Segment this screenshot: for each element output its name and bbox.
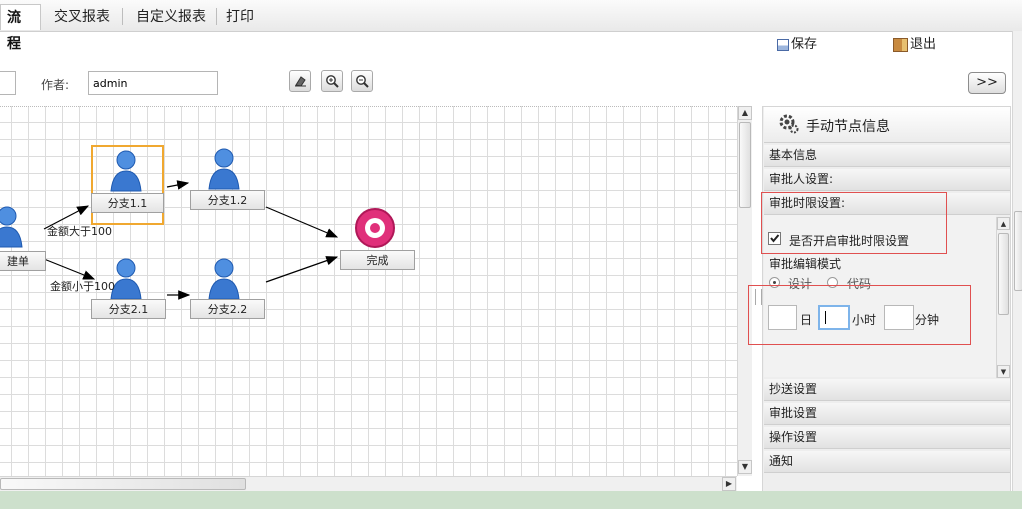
exit-label: 退出 xyxy=(910,37,937,52)
exit-icon xyxy=(893,38,908,52)
tab-divider xyxy=(122,8,123,25)
user-icon xyxy=(0,206,23,248)
tab-divider xyxy=(216,8,217,25)
save-icon xyxy=(777,39,789,51)
node-branch-1-2[interactable]: 分支1.2 xyxy=(190,190,265,210)
scroll-up-arrow[interactable]: ▲ xyxy=(997,217,1010,230)
zoom-out-icon xyxy=(356,75,369,88)
node-branch-1-1[interactable]: 分支1.1 xyxy=(91,193,164,213)
zoom-out-button[interactable] xyxy=(351,70,373,92)
tab-cross-report[interactable]: 交叉报表 xyxy=(54,4,110,30)
eraser-icon xyxy=(295,76,306,87)
node-end[interactable]: 完成 xyxy=(340,250,415,270)
tab-custom-report[interactable]: 自定义报表 xyxy=(136,4,206,30)
panel-title: 手动节点信息 xyxy=(806,119,890,135)
edge-label-lt-100: 金额小于100 xyxy=(50,280,115,293)
node-start[interactable]: 建单 xyxy=(0,251,46,271)
save-button[interactable]: 保存 xyxy=(777,36,817,54)
section-approval-settings[interactable]: 审批设置 xyxy=(764,403,1010,425)
edit-mode-label: 审批编辑模式 xyxy=(769,257,842,271)
zoom-in-button[interactable] xyxy=(321,70,343,92)
name-field[interactable] xyxy=(0,71,16,95)
section-basic-info[interactable]: 基本信息 xyxy=(764,145,1010,167)
user-icon xyxy=(110,150,142,192)
scroll-down-arrow[interactable]: ▼ xyxy=(738,460,752,474)
section-vertical-scrollbar[interactable]: ▲ ▼ xyxy=(996,217,1010,378)
page-vertical-scrollbar[interactable] xyxy=(1012,31,1022,491)
node-branch-2-2[interactable]: 分支2.2 xyxy=(190,299,265,319)
scroll-thumb[interactable] xyxy=(1014,211,1022,291)
footer-bar xyxy=(0,491,1022,509)
user-icon xyxy=(208,258,240,300)
radio-dot xyxy=(773,281,776,284)
edge-1-2-to-end xyxy=(265,206,339,238)
user-icon xyxy=(208,148,240,190)
section-notify[interactable]: 通知 xyxy=(764,451,1010,473)
end-node-icon xyxy=(355,208,395,248)
section-operation-settings[interactable]: 操作设置 xyxy=(764,427,1010,449)
save-label: 保存 xyxy=(791,37,818,52)
zoom-in-icon xyxy=(326,75,339,88)
panel-header: 手动节点信息 xyxy=(764,107,1010,143)
scroll-thumb[interactable] xyxy=(0,478,246,490)
edge-label-gt-100: 金额大于100 xyxy=(47,225,112,238)
edge-2-2-to-end xyxy=(265,256,339,283)
author-input[interactable] xyxy=(88,71,218,95)
scroll-down-arrow[interactable]: ▼ xyxy=(997,365,1010,378)
tab-bar: 流程 交叉报表 自定义报表 打印 xyxy=(0,0,1022,52)
annotation-box xyxy=(761,192,947,254)
canvas-horizontal-scrollbar[interactable]: ▶ xyxy=(0,476,737,492)
eraser-button[interactable] xyxy=(289,70,311,92)
section-cc-settings[interactable]: 抄送设置 xyxy=(764,379,1010,401)
edge-start-to-2-1 xyxy=(43,258,96,280)
annotation-box xyxy=(748,285,971,345)
scroll-thumb[interactable] xyxy=(739,122,751,208)
scroll-right-arrow[interactable]: ▶ xyxy=(722,477,736,491)
tab-flow[interactable]: 流程 xyxy=(0,4,41,52)
edge-1-1-to-1-2 xyxy=(166,180,190,190)
author-label: 作者: xyxy=(41,78,70,92)
expand-panel-button[interactable]: >> xyxy=(968,72,1006,94)
scroll-up-arrow[interactable]: ▲ xyxy=(738,106,752,120)
tab-print[interactable]: 打印 xyxy=(226,4,254,30)
exit-button[interactable]: 退出 xyxy=(893,36,936,54)
workflow-canvas[interactable]: 建单 分支1.1 分支1.2 分支2.1 分支2.2 完成 金额大于100 金额… xyxy=(0,106,737,477)
gear-icon xyxy=(779,114,799,134)
node-branch-2-1[interactable]: 分支2.1 xyxy=(91,299,166,319)
scroll-thumb[interactable] xyxy=(998,233,1009,315)
section-approver-settings[interactable]: 审批人设置: xyxy=(764,169,1010,191)
